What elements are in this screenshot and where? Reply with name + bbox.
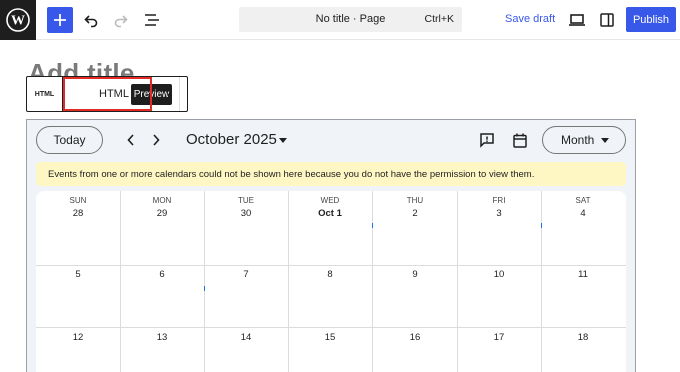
today-button[interactable]: Today bbox=[36, 126, 103, 154]
permission-banner: Events from one or more calendars could … bbox=[36, 162, 626, 186]
event-marker[interactable] bbox=[372, 223, 373, 228]
next-month-button[interactable] bbox=[147, 131, 165, 149]
publish-button[interactable]: Publish bbox=[626, 7, 676, 32]
date-picker-button[interactable] bbox=[511, 131, 529, 149]
weekday-label: FRI bbox=[492, 196, 506, 205]
sidebar-icon bbox=[600, 13, 614, 27]
day-cell[interactable]: SAT 4 bbox=[541, 191, 625, 219]
undo-button[interactable] bbox=[80, 9, 102, 31]
editor-top-bar: W No title · Page Ctrl+K Save draft Publ… bbox=[0, 0, 680, 40]
desktop-icon bbox=[569, 14, 585, 26]
previous-month-button[interactable] bbox=[122, 131, 140, 149]
weekday-label: SAT bbox=[575, 196, 591, 205]
caret-down-icon[interactable] bbox=[279, 138, 287, 143]
event-marker[interactable] bbox=[541, 223, 542, 228]
caret-down-icon bbox=[601, 138, 609, 143]
day-number: 4 bbox=[580, 208, 586, 219]
day-cell[interactable]: 11 bbox=[541, 269, 625, 280]
permission-banner-text: Events from one or more calendars could … bbox=[48, 168, 535, 180]
svg-text:W: W bbox=[11, 14, 25, 29]
weekday-label: MON bbox=[152, 196, 172, 205]
chevron-right-icon bbox=[153, 134, 160, 146]
day-cell[interactable]: 14 bbox=[204, 332, 288, 343]
day-number: 30 bbox=[240, 208, 252, 219]
month-grid: SUN 28 MON 29 TUE 30 WED Oct 1 THU 2 FRI… bbox=[36, 191, 626, 372]
wordpress-logo-icon[interactable]: W bbox=[0, 0, 36, 40]
weekday-label: TUE bbox=[238, 196, 254, 205]
chevron-left-icon bbox=[127, 134, 134, 146]
day-cell[interactable]: 13 bbox=[120, 332, 204, 343]
day-cell[interactable]: 18 bbox=[541, 332, 625, 343]
calendar-icon bbox=[513, 133, 527, 148]
day-cell[interactable]: FRI 3 bbox=[457, 191, 541, 219]
toolbar-divider bbox=[179, 77, 180, 111]
document-overview-button[interactable] bbox=[141, 9, 163, 31]
day-cell[interactable]: 9 bbox=[373, 269, 457, 280]
more-options-button[interactable] bbox=[164, 88, 174, 102]
day-cell[interactable]: THU 2 bbox=[373, 191, 457, 219]
settings-sidebar-toggle[interactable] bbox=[596, 9, 618, 31]
save-draft-button[interactable]: Save draft bbox=[505, 13, 555, 25]
day-cell[interactable]: 10 bbox=[457, 269, 541, 280]
month-year-label[interactable]: October 2025 bbox=[186, 131, 277, 148]
feedback-icon bbox=[480, 133, 494, 148]
day-cell[interactable]: 8 bbox=[288, 269, 372, 280]
day-number: 2 bbox=[412, 208, 418, 219]
day-cell[interactable]: SUN 28 bbox=[36, 191, 120, 219]
list-view-icon bbox=[145, 14, 159, 26]
day-cell[interactable]: 12 bbox=[36, 332, 120, 343]
day-number: 29 bbox=[156, 208, 168, 219]
day-cell[interactable]: 16 bbox=[373, 332, 457, 343]
preview-device-button[interactable] bbox=[566, 9, 588, 31]
command-palette-bar[interactable]: No title · Page Ctrl+K bbox=[239, 7, 462, 32]
day-number: Oct 1 bbox=[318, 208, 342, 219]
day-cell[interactable]: 5 bbox=[36, 269, 120, 280]
plus-icon bbox=[54, 14, 66, 26]
day-cell[interactable]: WED Oct 1 bbox=[288, 191, 372, 219]
highlight-box bbox=[63, 77, 152, 111]
day-cell[interactable]: 7 bbox=[204, 269, 288, 280]
day-cell[interactable]: 15 bbox=[288, 332, 372, 343]
event-marker[interactable] bbox=[204, 286, 205, 291]
undo-icon bbox=[84, 15, 98, 28]
day-cell[interactable]: 6 bbox=[120, 269, 204, 280]
day-number: 3 bbox=[496, 208, 502, 219]
redo-icon bbox=[114, 15, 128, 28]
day-cell[interactable]: 17 bbox=[457, 332, 541, 343]
more-vertical-icon bbox=[167, 88, 171, 102]
day-cell[interactable]: TUE 30 bbox=[204, 191, 288, 219]
shortcut-hint: Ctrl+K bbox=[424, 13, 454, 25]
view-selector[interactable]: Month bbox=[542, 126, 626, 154]
day-cell[interactable]: MON 29 bbox=[120, 191, 204, 219]
view-selector-label: Month bbox=[561, 133, 595, 147]
weekday-label: THU bbox=[406, 196, 424, 205]
add-block-button[interactable] bbox=[47, 7, 73, 33]
day-number: 28 bbox=[72, 208, 84, 219]
redo-button[interactable] bbox=[110, 9, 132, 31]
weekday-label: SUN bbox=[69, 196, 87, 205]
html-block-icon[interactable]: HTML bbox=[27, 77, 63, 111]
weekday-label: WED bbox=[320, 196, 340, 205]
feedback-button[interactable] bbox=[478, 131, 496, 149]
